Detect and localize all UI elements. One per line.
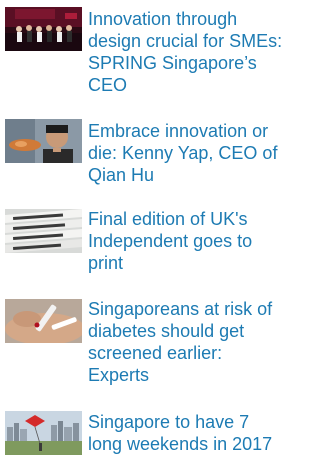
article-title-link[interactable]: Innovation through design crucial for SM… <box>88 8 284 96</box>
city-skyline-kite-photo-image <box>5 411 82 455</box>
article-thumbnail-link[interactable] <box>5 299 82 343</box>
article-title-link[interactable]: Singapore to have 7 long weekends in 201… <box>88 411 284 455</box>
related-articles-list: Innovation through design crucial for SM… <box>0 0 284 473</box>
article-thumbnail-link[interactable] <box>5 209 82 253</box>
article-thumbnail-link[interactable] <box>5 411 82 455</box>
article-title-link[interactable]: Final edition of UK's Independent goes t… <box>88 208 284 274</box>
newspaper-stack-photo-image <box>5 209 82 253</box>
blood-glucose-test-photo-image <box>5 299 82 343</box>
article-thumbnail-link[interactable] <box>5 7 82 51</box>
article-title-link[interactable]: Embrace innovation or die: Kenny Yap, CE… <box>88 120 284 186</box>
event-stage-photo-image <box>5 7 82 51</box>
article-thumbnail-link[interactable] <box>5 119 82 163</box>
article-title-link[interactable]: Singaporeans at risk of diabetes should … <box>88 298 284 386</box>
man-portrait-photo-image <box>5 119 82 163</box>
